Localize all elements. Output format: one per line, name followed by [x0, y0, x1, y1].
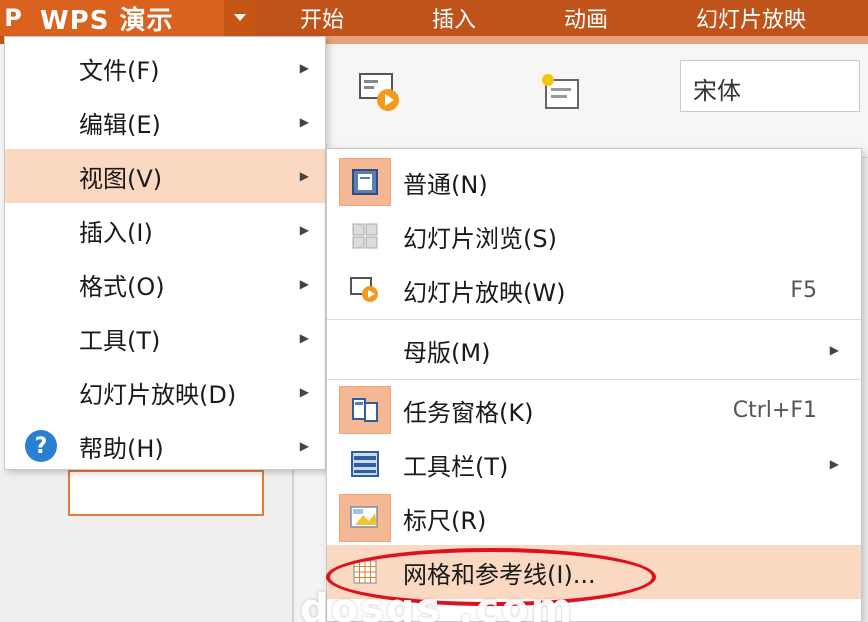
- main-menu: 文件(F) ▶ 编辑(E) ▶ 视图(V) ▶ 插入(I) ▶ 格式(O) ▶ …: [4, 36, 326, 470]
- submenu-item-ruler[interactable]: 标尺(R): [327, 491, 861, 545]
- tab-underline: [256, 36, 868, 44]
- menu-item-format[interactable]: 格式(O) ▶: [5, 257, 325, 311]
- font-name-field[interactable]: 宋体: [680, 60, 860, 112]
- slide-thumbnail[interactable]: [68, 470, 264, 516]
- app-menu-button[interactable]: P WPS 演示: [0, 0, 256, 36]
- menu-item-tools[interactable]: 工具(T) ▶: [5, 311, 325, 365]
- menu-item-view[interactable]: 视图(V) ▶: [5, 149, 325, 203]
- submenu-item-normal[interactable]: 普通(N): [327, 155, 861, 209]
- view-submenu: 普通(N) 幻灯片浏览(S) 幻灯片放映(W) F5 母版(M) ▶ 任务窗格(…: [326, 148, 862, 622]
- submenu-item-label: 普通(N): [403, 170, 488, 199]
- menu-separator: [327, 379, 861, 380]
- menu-separator: [327, 319, 861, 320]
- ruler-icon: [339, 494, 391, 542]
- submenu-item-label: 幻灯片浏览(S): [403, 224, 557, 253]
- menu-item-label: 插入(I): [79, 218, 153, 247]
- submenu-item-label: 工具栏(T): [403, 452, 509, 481]
- submenu-item-label: 标尺(R): [403, 506, 487, 535]
- shortcut-label: Ctrl+F1: [732, 397, 817, 423]
- submenu-item-label: 母版(M): [403, 338, 491, 367]
- submenu-item-slide-sorter[interactable]: 幻灯片浏览(S): [327, 209, 861, 263]
- menu-item-label: 帮助(H): [79, 434, 164, 463]
- pane-divider[interactable]: [292, 470, 294, 622]
- submenu-item-label: 幻灯片放映(W): [403, 278, 566, 307]
- menu-item-label: 工具(T): [79, 326, 161, 355]
- tab-animation[interactable]: 动画: [564, 0, 608, 36]
- menu-item-insert[interactable]: 插入(I) ▶: [5, 203, 325, 257]
- chevron-right-icon: ▶: [829, 457, 839, 471]
- normal-view-icon: [339, 158, 391, 206]
- menu-item-label: 编辑(E): [79, 110, 161, 139]
- app-title: WPS 演示: [40, 5, 174, 36]
- menu-item-edit[interactable]: 编辑(E) ▶: [5, 95, 325, 149]
- menu-item-label: 格式(O): [79, 272, 165, 301]
- menu-item-slideshow[interactable]: 幻灯片放映(D) ▶: [5, 365, 325, 419]
- task-pane-icon: [339, 386, 391, 434]
- wps-logo-icon: P: [4, 4, 22, 32]
- help-icon: ?: [25, 430, 57, 462]
- slideshow-icon: [339, 266, 391, 314]
- chevron-right-icon: ▶: [299, 61, 309, 75]
- shortcut-label: F5: [790, 277, 817, 303]
- submenu-item-slideshow[interactable]: 幻灯片放映(W) F5: [327, 263, 861, 317]
- submenu-item-label: 任务窗格(K): [403, 398, 534, 427]
- menu-item-file[interactable]: 文件(F) ▶: [5, 41, 325, 95]
- start-slideshow-icon[interactable]: [356, 70, 404, 118]
- new-slide-icon[interactable]: [536, 68, 584, 116]
- chevron-right-icon: ▶: [829, 343, 839, 357]
- chevron-right-icon: ▶: [299, 331, 309, 345]
- slide-sorter-icon: [339, 212, 391, 260]
- chevron-right-icon: ▶: [299, 169, 309, 183]
- toolbar-icon: [339, 440, 391, 488]
- chevron-down-icon[interactable]: [224, 0, 256, 36]
- chevron-right-icon: ▶: [299, 223, 309, 237]
- menu-item-help[interactable]: ? 帮助(H) ▶: [5, 419, 325, 473]
- tab-slideshow[interactable]: 幻灯片放映: [696, 0, 806, 36]
- menu-item-label: 幻灯片放映(D): [79, 380, 237, 409]
- chevron-right-icon: ▶: [299, 439, 309, 453]
- menu-item-label: 文件(F): [79, 56, 160, 85]
- watermark-text: dosgs .com: [300, 586, 575, 622]
- chevron-right-icon: ▶: [299, 115, 309, 129]
- tab-home[interactable]: 开始: [300, 0, 344, 36]
- submenu-item-master[interactable]: 母版(M) ▶: [327, 323, 861, 377]
- chevron-right-icon: ▶: [299, 277, 309, 291]
- submenu-item-task-pane[interactable]: 任务窗格(K) Ctrl+F1: [327, 383, 861, 437]
- submenu-item-toolbar[interactable]: 工具栏(T) ▶: [327, 437, 861, 491]
- tab-insert[interactable]: 插入: [432, 0, 476, 36]
- menu-item-label: 视图(V): [79, 164, 163, 193]
- chevron-right-icon: ▶: [299, 385, 309, 399]
